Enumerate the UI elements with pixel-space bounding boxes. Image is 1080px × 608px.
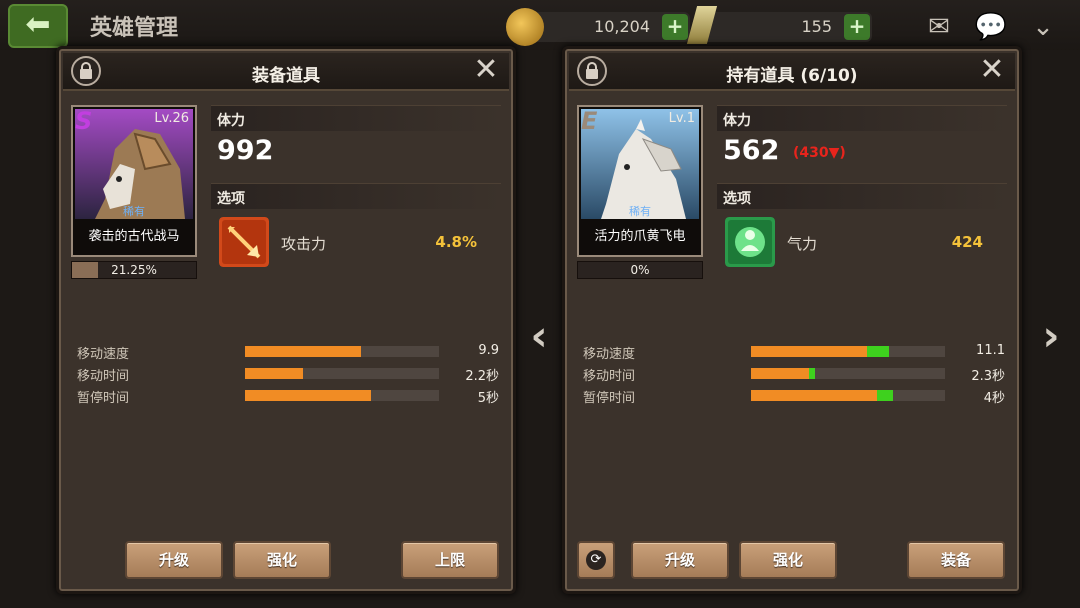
stat-row: 移动速度 11.1 [583,341,1013,363]
next-arrow-icon[interactable]: › [1034,315,1068,357]
spirit-icon [725,217,775,267]
limit-button[interactable]: 上限 [401,541,499,579]
sort-button[interactable]: ⟳ [577,541,615,579]
stat-value: 5秒 [477,391,499,406]
stat-fill [751,390,878,401]
upgrade-button[interactable]: 升级 [125,541,223,579]
gem-value: 155 [801,17,832,36]
stat-increase [877,390,893,401]
attack-arrow-icon [219,217,269,267]
item-level: Lv.26 [154,111,189,126]
stat-row: 移动速度 9.9 [77,341,507,363]
back-arrow-icon: ⬅ [25,7,51,42]
stat-row: 移动时间 2.2秒 [77,363,507,385]
add-gem-button[interactable]: + [844,14,870,40]
stat-label: 暂停时间 [77,391,130,406]
stat-increase [867,346,889,357]
item-card[interactable]: E Lv.1 稀有 活力的爪黄飞电 [577,105,703,257]
upgrade-button[interactable]: 升级 [631,541,729,579]
option-label: 选项 [723,191,751,207]
equipped-item-panel: 装备道具 ✕ S Lv.26 稀有 袭击的古代战马 21.25% 体力 992 … [56,46,516,594]
hp-label: 体力 [723,113,751,129]
stat-track [751,346,945,357]
chevron-down-icon[interactable]: ⌄ [1024,12,1062,42]
item-rarity: 稀有 [123,205,145,218]
gold-coin-icon [506,8,544,46]
hp-delta: (430▼) [793,145,846,161]
hp-label: 体力 [217,113,245,129]
progress-text: 21.25% [111,263,157,277]
item-rarity: 稀有 [629,205,651,218]
option-value: 4.8% [435,233,477,251]
stat-track [751,368,945,379]
stat-label: 暂停时间 [583,391,636,406]
stat-label: 移动速度 [77,347,130,362]
item-card[interactable]: S Lv.26 稀有 袭击的古代战马 [71,105,197,257]
stat-value: 9.9 [478,343,499,358]
panel-header: 持有道具 (6/10) ✕ [569,53,1015,91]
hp-section-header: 体力 [211,105,501,131]
option-label: 选项 [217,191,245,207]
option-value: 424 [951,233,983,251]
hp-section-header: 体力 [717,105,1007,131]
stat-fill [751,368,810,379]
stat-fill [245,346,362,357]
stat-label: 移动时间 [77,369,130,384]
stat-label: 移动时间 [583,369,636,384]
stat-value: 2.2秒 [465,369,499,384]
back-button[interactable]: ⬅ [8,4,68,48]
gem-counter: 155 + [686,6,872,44]
stat-value: 2.3秒 [971,369,1005,384]
stat-track [751,390,945,401]
equip-button[interactable]: 装备 [907,541,1005,579]
enhance-button[interactable]: 强化 [739,541,837,579]
stat-row: 暂停时间 4秒 [583,385,1013,407]
stat-row: 移动时间 2.3秒 [583,363,1013,385]
close-icon[interactable]: ✕ [977,55,1007,85]
item-grade-badge: E [581,107,598,135]
panel-title: 装备道具 [252,66,320,86]
option-name: 攻击力 [281,235,327,253]
stat-fill [245,368,304,379]
owned-item-panel: 持有道具 (6/10) ✕ E Lv.1 稀有 活力的爪黄飞电 0% 体力 56… [562,46,1022,594]
item-progress-bar: 21.25% [71,261,197,279]
add-gold-button[interactable]: + [662,14,688,40]
progress-text: 0% [630,263,650,277]
stat-value: 4秒 [983,391,1005,406]
item-grade-badge: S [75,107,93,135]
stat-track [245,346,439,357]
option-section-header: 选项 [717,183,1007,209]
stat-fill [245,390,372,401]
mail-icon[interactable]: ✉ [920,12,958,42]
hp-value: 992 [217,135,274,166]
chat-icon[interactable]: 💬 [972,12,1010,42]
sort-icon: ⟳ [586,550,606,570]
panel-header: 装备道具 ✕ [63,53,509,91]
gold-counter: 10,204 + [506,8,690,46]
panel-title: 持有道具 (6/10) [726,66,858,86]
enhance-button[interactable]: 强化 [233,541,331,579]
stat-label: 移动速度 [583,347,636,362]
close-icon[interactable]: ✕ [471,55,501,85]
stat-increase [809,368,815,379]
page-title: 英雄管理 [90,16,179,41]
stat-value: 11.1 [976,343,1005,358]
hp-value: 562 [723,135,780,166]
item-progress-bar: 0% [577,261,703,279]
option-name: 气力 [787,235,818,253]
item-name: 袭击的古代战马 [88,229,180,244]
option-section-header: 选项 [211,183,501,209]
gold-value: 10,204 [594,17,650,36]
stat-track [245,368,439,379]
prev-arrow-icon[interactable]: ‹ [522,315,556,357]
item-level: Lv.1 [668,111,695,126]
stat-fill [751,346,868,357]
stat-row: 暂停时间 5秒 [77,385,507,407]
stat-track [245,390,439,401]
item-name: 活力的爪黄飞电 [594,229,686,244]
